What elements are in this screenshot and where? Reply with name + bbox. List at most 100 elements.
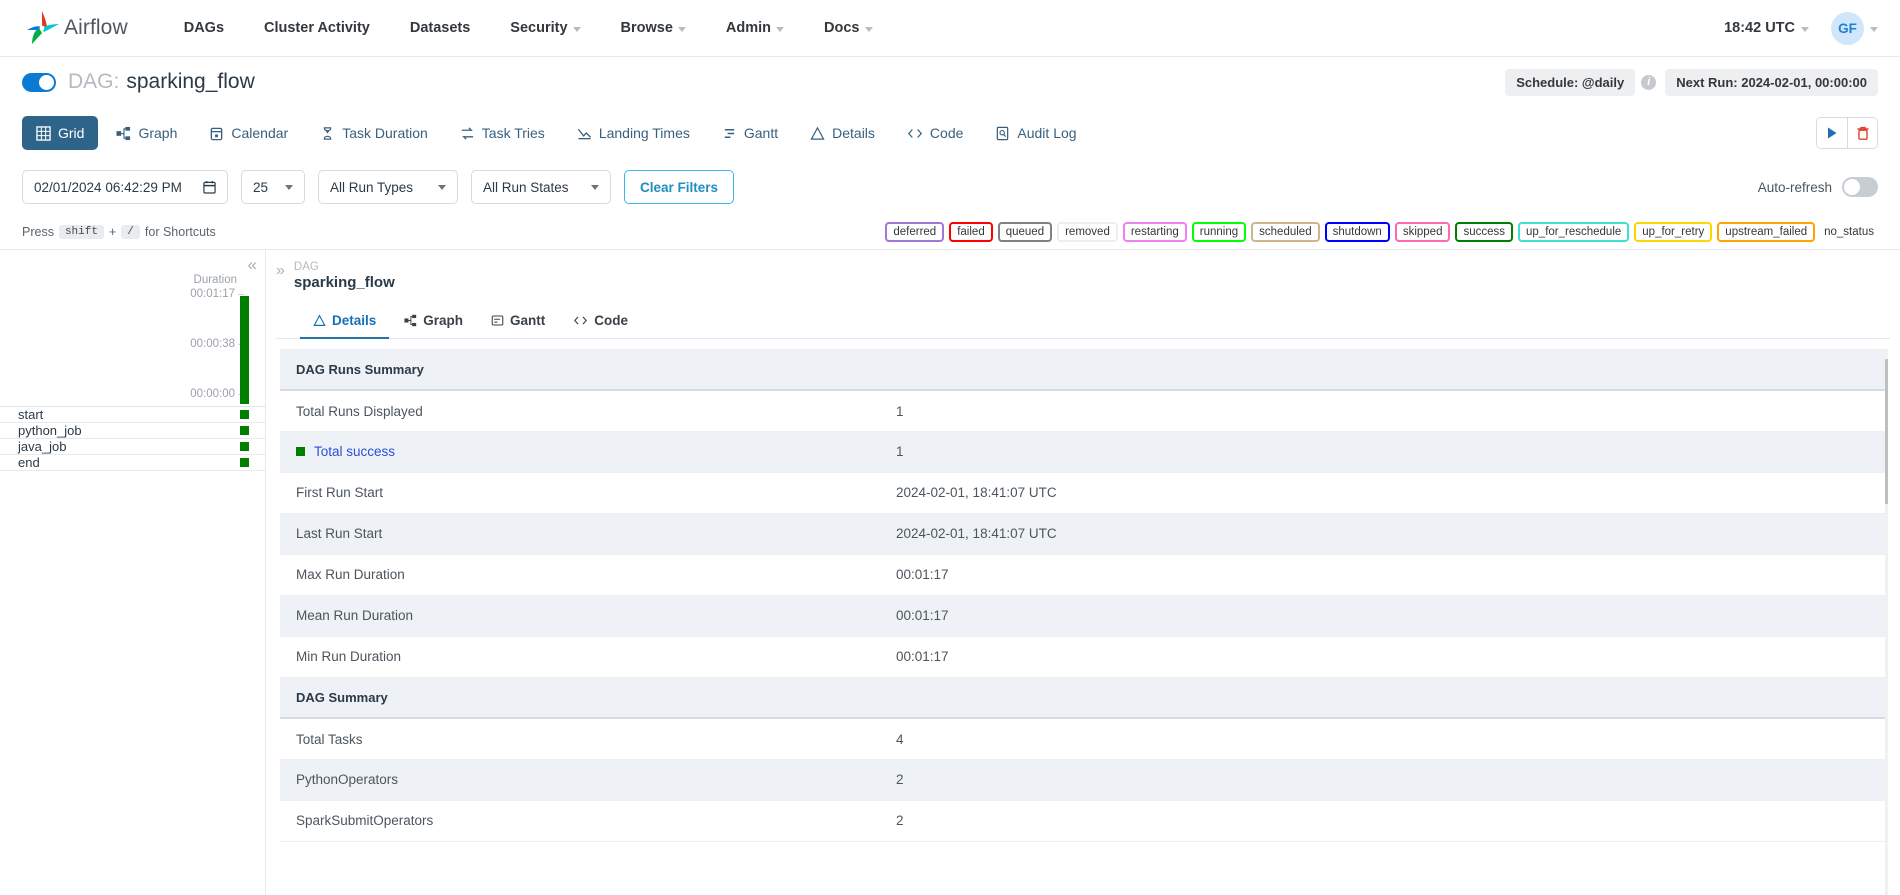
- details-tab-details[interactable]: Details: [300, 307, 390, 340]
- timezone-selector[interactable]: 18:42 UTC: [1724, 20, 1809, 36]
- run-type-value: All Run Types: [330, 179, 414, 195]
- details-header: » DAG sparking_flow: [266, 250, 1900, 291]
- scrollbar-thumb[interactable]: [1885, 359, 1888, 505]
- delete-dag-button[interactable]: [1847, 118, 1877, 148]
- details-tab-code[interactable]: Code: [560, 307, 641, 339]
- tab-graph[interactable]: Graph: [102, 116, 191, 150]
- nav-link-dags[interactable]: DAGs: [164, 12, 244, 44]
- calendar-picker-icon[interactable]: [203, 180, 216, 194]
- details-titles: DAG sparking_flow: [294, 260, 395, 291]
- auto-refresh-control: Auto-refresh: [1758, 177, 1878, 197]
- task-instance-square[interactable]: [240, 426, 249, 435]
- task-row[interactable]: end: [0, 455, 265, 471]
- task-instance-square[interactable]: [240, 458, 249, 467]
- legend-chip-skipped[interactable]: skipped: [1394, 222, 1451, 242]
- tab-calendar[interactable]: Calendar: [195, 116, 302, 150]
- run-state-select[interactable]: All Run States: [471, 170, 611, 204]
- shortcut-key-slash: /: [121, 225, 140, 239]
- legend-chip-up_for_reschedule[interactable]: up_for_reschedule: [1518, 222, 1630, 242]
- task-instance-square[interactable]: [240, 410, 249, 419]
- table-row: Max Run Duration 00:01:17: [280, 554, 1888, 596]
- nav-link-datasets[interactable]: Datasets: [390, 12, 490, 44]
- details-tab-graph[interactable]: Graph: [391, 307, 476, 339]
- table-cell-value: 2: [880, 759, 1888, 801]
- details-table: DAG Runs Summary Total Runs Displayed 1 Tot…: [280, 349, 1888, 842]
- brand[interactable]: Airflow: [22, 8, 128, 48]
- nav-link-cluster-activity[interactable]: Cluster Activity: [244, 12, 390, 44]
- tab-audit-log[interactable]: Audit Log: [981, 116, 1090, 150]
- auditlog-icon: [997, 126, 1009, 140]
- legend-chip-scheduled[interactable]: scheduled: [1251, 222, 1320, 242]
- table-row: Last Run Start 2024-02-01, 18:41:07 UTC: [280, 513, 1888, 555]
- duration-bar[interactable]: [240, 296, 249, 404]
- tab-details[interactable]: Details: [796, 116, 889, 150]
- table-section-header: DAG Summary: [280, 677, 1888, 720]
- legend-chip-success[interactable]: success: [1455, 222, 1514, 242]
- vertical-scrollbar[interactable]: [1885, 349, 1888, 895]
- toggle-knob: [1844, 179, 1860, 195]
- table-cell-key: PythonOperators: [280, 759, 880, 801]
- nav-link-security[interactable]: Security: [490, 12, 600, 44]
- task-row[interactable]: start: [0, 407, 265, 423]
- table-cell-value: 00:01:17: [880, 554, 1888, 596]
- table-cell-key: Mean Run Duration: [280, 595, 880, 637]
- details-tab-gantt[interactable]: Gantt: [478, 307, 558, 339]
- legend-chip-removed[interactable]: removed: [1057, 222, 1118, 242]
- table-row: SparkSubmitOperators 2: [280, 800, 1888, 842]
- legend-chip-running[interactable]: running: [1191, 222, 1247, 242]
- run-type-select[interactable]: All Run Types: [318, 170, 458, 204]
- clear-filters-button[interactable]: Clear Filters: [624, 170, 735, 204]
- dag-pause-toggle[interactable]: [22, 72, 56, 92]
- run-date-input[interactable]: 02/01/2024 06:42:29 PM: [22, 170, 228, 204]
- total-success-link[interactable]: Total success: [314, 444, 395, 459]
- details-dag-name: sparking_flow: [293, 274, 395, 292]
- gantt-icon: [724, 128, 735, 138]
- duration-tick-min: 00:00:00: [190, 388, 244, 400]
- shortcut-key-shift: shift: [58, 225, 104, 239]
- tab-code[interactable]: Code: [893, 116, 977, 150]
- chevron-down-icon: [1801, 26, 1809, 32]
- triangle-icon: [313, 314, 326, 327]
- legend-chip-shutdown[interactable]: shutdown: [1324, 222, 1390, 242]
- tab-task-duration[interactable]: Task Duration: [306, 116, 442, 150]
- filter-bar: 02/01/2024 06:42:29 PM 25 All Run Types …: [0, 159, 1900, 215]
- trigger-dag-button[interactable]: [1817, 118, 1847, 148]
- next-run-badge: Next Run: 2024-02-01, 00:00:00: [1665, 68, 1878, 96]
- graph-icon: [116, 126, 131, 140]
- runs-count-select[interactable]: 25: [241, 170, 305, 204]
- user-menu[interactable]: GF: [1831, 11, 1878, 45]
- legend-chip-up_for_retry[interactable]: up_for_retry: [1634, 222, 1713, 242]
- legend-chip-restarting[interactable]: restarting: [1122, 222, 1187, 242]
- table-cell-value: 1: [880, 390, 1888, 432]
- nav-link-browse[interactable]: Browse: [601, 12, 706, 44]
- task-row[interactable]: python_job: [0, 423, 265, 439]
- task-instance-square[interactable]: [240, 442, 249, 451]
- table-cell-key: Max Run Duration: [280, 554, 880, 596]
- legend-chip-deferred[interactable]: deferred: [885, 222, 945, 242]
- expand-panel-button[interactable]: »: [276, 260, 285, 291]
- tab-landing-times[interactable]: Landing Times: [563, 116, 704, 150]
- legend-chip-failed[interactable]: failed: [949, 222, 993, 242]
- dag-title-prefix: DAG:: [68, 70, 120, 93]
- table-cell-key: DAG Summary: [280, 677, 880, 720]
- table-cell-value: 00:01:17: [880, 595, 1888, 637]
- task-row[interactable]: java_job: [0, 439, 265, 455]
- tab-grid[interactable]: Grid: [22, 116, 99, 150]
- tab-gantt[interactable]: Gantt: [708, 116, 792, 150]
- task-name: end: [18, 455, 40, 470]
- legend-chip-queued[interactable]: queued: [997, 222, 1053, 242]
- legend-chip-upstream_failed[interactable]: upstream_failed: [1717, 222, 1816, 242]
- runs-count-value: 25: [253, 179, 269, 195]
- table-cell-key: First Run Start: [280, 472, 880, 514]
- info-icon[interactable]: i: [1641, 74, 1657, 90]
- table-row: Total Runs Displayed 1: [280, 390, 1888, 432]
- nav-link-admin[interactable]: Admin: [706, 12, 804, 44]
- task-name: java_job: [18, 439, 67, 454]
- table-row: First Run Start 2024-02-01, 18:41:07 UTC: [280, 472, 1888, 514]
- collapse-panel-button[interactable]: «: [248, 256, 257, 273]
- auto-refresh-toggle[interactable]: [1842, 177, 1878, 197]
- tab-task-tries[interactable]: Task Tries: [446, 116, 559, 150]
- navbar-right: 18:42 UTC GF: [1724, 11, 1878, 45]
- nav-link-docs[interactable]: Docs: [804, 12, 892, 44]
- table-cell-value: [880, 677, 1888, 720]
